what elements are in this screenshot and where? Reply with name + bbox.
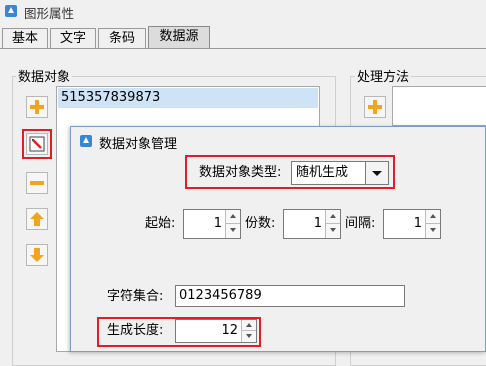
remove-object-button[interactable] [26, 172, 48, 194]
processing-method-list[interactable] [392, 86, 486, 126]
arrow-up-icon [30, 212, 44, 226]
spin-up-button[interactable] [241, 320, 256, 331]
plus-icon [368, 100, 382, 114]
spin-down-button[interactable] [425, 224, 440, 238]
move-down-button[interactable] [26, 244, 48, 266]
charset-label: 字符集合: [107, 289, 164, 304]
window-title: 图形属性 [24, 6, 75, 21]
start-value: 1 [213, 216, 222, 231]
digits-label: 份数: [245, 216, 276, 231]
plus-icon [30, 100, 44, 114]
chevron-down-icon [372, 171, 382, 176]
tab-datasource[interactable]: 数据源 [148, 26, 210, 49]
spin-down-button[interactable] [241, 331, 256, 342]
tab-basic[interactable]: 基本 [2, 28, 48, 48]
data-object-group-label: 数据对象 [16, 66, 73, 85]
length-label: 生成长度: [107, 323, 164, 338]
start-label: 起始: [145, 216, 176, 231]
dialog-app-icon [79, 134, 93, 152]
spin-up-button[interactable] [225, 210, 240, 224]
dropdown-button[interactable] [365, 162, 388, 184]
tab-divider [0, 48, 486, 49]
charset-input[interactable]: 0123456789 [175, 285, 405, 307]
dialog-title: 数据对象管理 [99, 137, 178, 152]
move-up-button[interactable] [26, 208, 48, 230]
arrow-down-icon [30, 248, 44, 262]
interval-label: 间隔: [345, 216, 376, 231]
interval-value: 1 [413, 216, 422, 231]
spin-up-button[interactable] [325, 210, 340, 224]
processing-group-label: 处理方法 [355, 66, 412, 85]
spin-up-button[interactable] [425, 210, 440, 224]
add-method-button[interactable] [364, 96, 386, 118]
digits-value: 1 [313, 216, 322, 231]
length-spinner[interactable]: 12 [175, 319, 257, 343]
interval-spinner[interactable]: 1 [383, 209, 441, 239]
data-object-manager-dialog: 数据对象管理 数据对象类型: 随机生成 起始: 1 份数: 1 间隔: 1 字符… [70, 126, 486, 352]
digits-spinner[interactable]: 1 [283, 209, 341, 239]
app-icon [4, 4, 18, 18]
spin-down-button[interactable] [325, 224, 340, 238]
tab-bar: 基本 文字 条码 数据源 [0, 26, 486, 49]
length-value: 12 [221, 323, 238, 338]
edit-button-highlight [22, 129, 52, 159]
spin-down-button[interactable] [225, 224, 240, 238]
object-type-value: 随机生成 [296, 165, 349, 180]
list-item[interactable]: 515357839873 [58, 88, 318, 108]
start-spinner[interactable]: 1 [183, 209, 241, 239]
title-bar: 图形属性 [0, 0, 486, 22]
add-object-button[interactable] [26, 96, 48, 118]
tab-text[interactable]: 文字 [50, 28, 96, 48]
tab-barcode[interactable]: 条码 [98, 28, 146, 48]
minus-icon [30, 181, 44, 185]
object-type-label: 数据对象类型: [199, 165, 282, 180]
object-type-select[interactable]: 随机生成 [291, 161, 389, 185]
